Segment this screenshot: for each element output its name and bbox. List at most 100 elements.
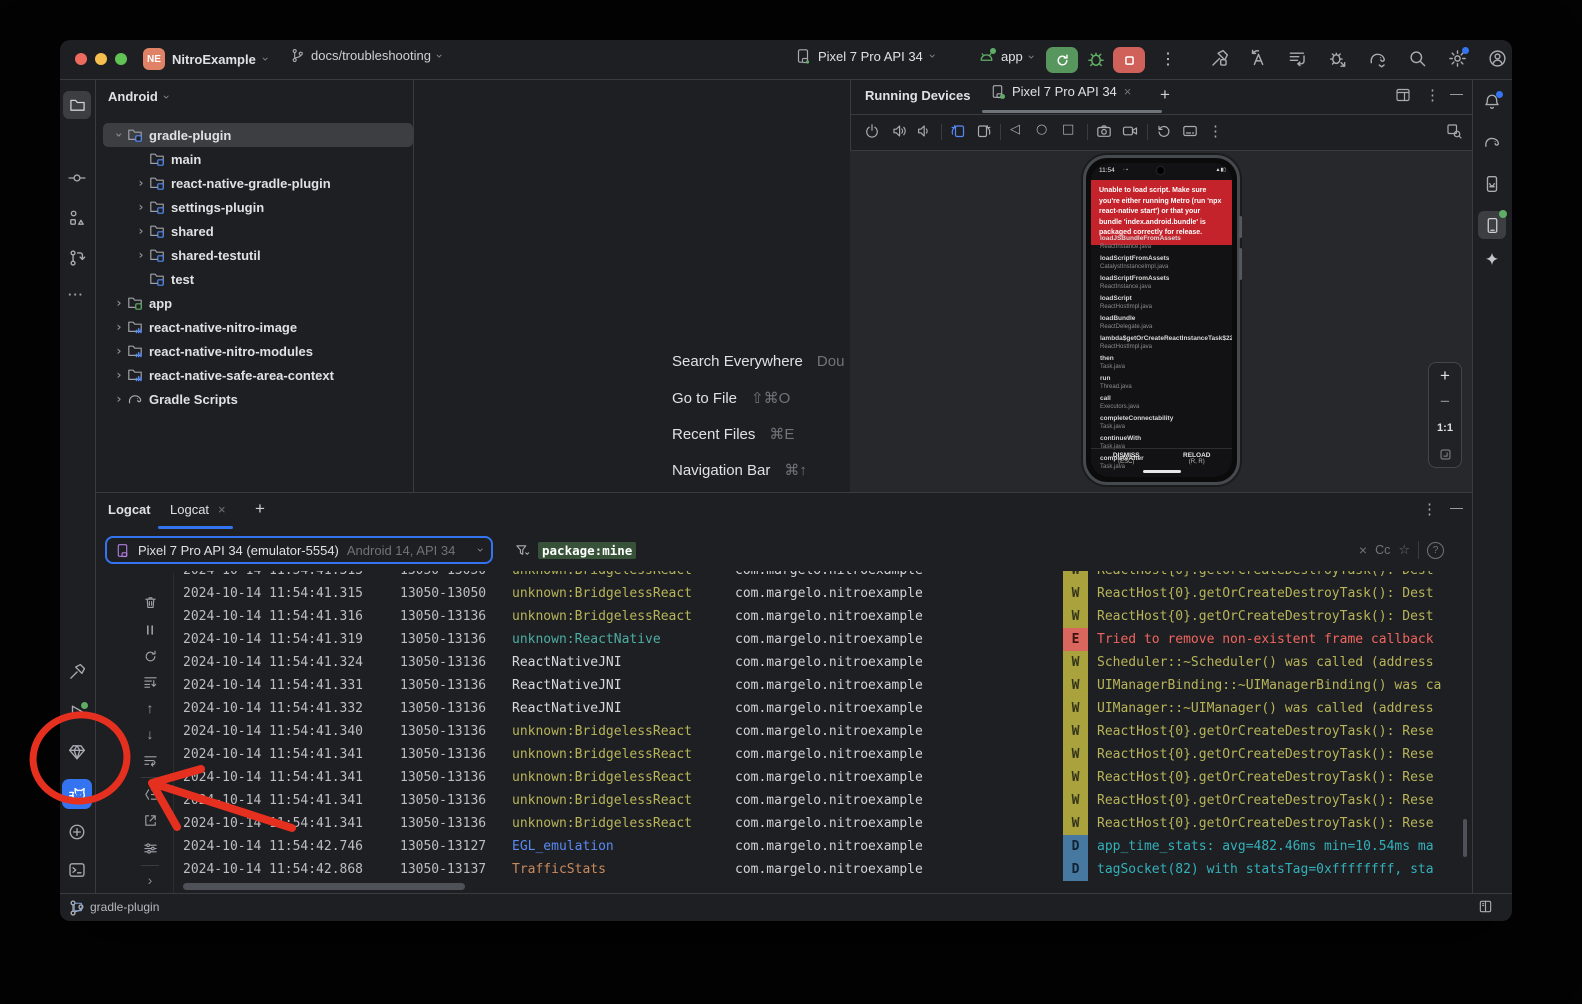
overview-button-icon[interactable]: □ [1062,122,1074,137]
help-icon[interactable]: ? [1427,542,1444,559]
device-reset-icon[interactable] [1156,123,1172,139]
log-row[interactable]: 2024-10-14 11:54:41.31513050-13050unknow… [183,582,1472,605]
settings-gear-icon[interactable] [1448,49,1467,68]
gradle-tool-button[interactable] [1483,133,1501,151]
soft-wrap-icon[interactable] [141,751,159,769]
vcs-branch-widget[interactable]: docs/troubleshooting › [290,48,442,63]
rotate-left-icon[interactable] [950,123,966,139]
tree-item-main[interactable]: main [103,147,413,171]
problems-tool-button[interactable] [68,823,86,841]
log-row[interactable]: 2024-10-14 11:54:41.34113050-13136unknow… [183,743,1472,766]
chevron-right-icon[interactable]: › [111,344,127,358]
next-occurrence-icon[interactable]: ↓ [141,725,159,743]
tree-item-gradle-scripts[interactable]: › Gradle Scripts [103,387,413,411]
home-button-icon[interactable]: ○ [1036,122,1047,137]
stop-button[interactable] [1113,47,1145,73]
gradle-sync-icon[interactable] [1368,49,1387,68]
profile-avatar-icon[interactable] [1488,49,1507,68]
close-window-button[interactable] [75,53,87,65]
log-row[interactable]: 2024-10-14 11:54:41.31913050-13136unknow… [183,628,1472,651]
tree-item-react-native-nitro-modules[interactable]: › react-native-nitro-modules [103,339,413,363]
tree-item-react-native-safe-area-context[interactable]: › react-native-safe-area-context [103,363,413,387]
run-anything-icon[interactable] [1249,49,1268,68]
chevron-right-icon[interactable]: › [133,200,149,214]
hide-logcat-icon[interactable]: — [1450,500,1463,515]
more-tools-button[interactable]: ··· [68,287,84,302]
logcat-tab[interactable]: Logcat × [170,502,226,517]
logcat-tool-button[interactable] [62,779,92,809]
tree-item-test[interactable]: test [103,267,413,291]
search-everywhere-icon[interactable] [1408,49,1427,68]
build-hammer-icon[interactable] [1210,49,1229,68]
previous-occurrence-icon[interactable]: ↑ [141,699,159,717]
notifications-bell-button[interactable] [1483,93,1501,111]
tree-item-react-native-nitro-image[interactable]: › react-native-nitro-image [103,315,413,339]
running-devices-tool-button[interactable] [1478,211,1506,239]
more-run-actions-icon[interactable]: ⋮ [1160,49,1176,69]
terminal-tool-button[interactable] [68,861,86,879]
emulator-screen[interactable]: 11:54 ◦ ▪ ▲▮▯ Unable to load script. Mak… [1091,163,1232,477]
restart-logcat-icon[interactable] [141,647,159,665]
screen-record-icon[interactable] [1122,123,1138,139]
chevron-right-icon[interactable]: › [133,176,149,190]
profiler-tool-button[interactable] [68,743,86,761]
logcat-device-selector[interactable]: Pixel 7 Pro API 34 (emulator-5554) Andro… [105,536,493,564]
power-icon[interactable] [864,123,880,139]
minimize-window-button[interactable] [95,53,107,65]
back-button-icon[interactable]: ◁ [1010,122,1020,137]
favorite-filter-star-icon[interactable]: ☆ [1398,543,1410,558]
chevron-right-icon[interactable]: › [111,392,127,406]
tree-item-react-native-gradle-plugin[interactable]: › react-native-gradle-plugin [103,171,413,195]
close-tab-icon[interactable]: × [218,502,226,517]
filter-funnel-icon[interactable] [515,543,530,558]
screenshot-camera-icon[interactable] [1096,123,1112,139]
input-snippet-icon[interactable] [1182,123,1198,139]
collapse-lines-icon[interactable] [141,785,159,803]
reload-button[interactable]: RELOAD (R, R) [1162,449,1233,465]
structure-tool-button[interactable] [68,209,86,227]
zoom-out-button[interactable]: − [1429,389,1461,415]
device-manager-tool-button[interactable] [1483,175,1501,193]
volume-down-icon[interactable] [916,123,932,139]
log-row[interactable]: 2024-10-14 11:54:41.34113050-13136unknow… [183,789,1472,812]
chevron-right-icon[interactable]: › [111,296,127,310]
match-case-toggle[interactable]: Cc [1375,543,1390,557]
export-logs-icon[interactable] [141,811,159,829]
project-view-selector[interactable]: Android › [108,89,169,104]
commit-tool-button[interactable] [68,169,86,187]
log-row[interactable]: 2024-10-14 11:54:41.34113050-13136unknow… [183,766,1472,789]
screenshot-inspect-icon[interactable] [1446,123,1462,139]
vertical-scrollbar-thumb[interactable] [1463,819,1467,857]
log-row[interactable]: 2024-10-14 11:54:41.31313050-13050unknow… [183,571,1472,582]
logcat-filter-field[interactable]: package:mine × Cc ☆ ? [507,536,1452,564]
close-tab-icon[interactable]: × [1124,84,1132,99]
tree-item-app[interactable]: › app [103,291,413,315]
tree-item-shared[interactable]: › shared [103,219,413,243]
tree-item-gradle-plugin[interactable]: › gradle-plugin [103,123,413,147]
zoom-window-button[interactable] [115,53,127,65]
hide-panel-icon[interactable]: — [1450,86,1463,101]
pull-requests-tool-button[interactable] [68,249,86,267]
log-row[interactable]: 2024-10-14 11:54:42.74613050-13127EGL_em… [183,835,1472,858]
run-configuration-selector[interactable]: app › [978,48,1034,65]
zoom-in-button[interactable]: + [1429,363,1461,389]
filter-query-chip[interactable]: package:mine [538,542,636,559]
log-row[interactable]: 2024-10-14 11:54:41.33113050-13136ReactN… [183,674,1472,697]
status-module-widget[interactable]: gradle-plugin [72,900,159,914]
tree-item-settings-plugin[interactable]: › settings-plugin [103,195,413,219]
logcat-output[interactable]: 2024-10-14 11:54:41.31313050-13050unknow… [183,571,1472,885]
chevron-down-icon[interactable]: › [112,127,126,143]
build-tool-button[interactable] [68,663,86,681]
log-row[interactable]: 2024-10-14 11:54:41.34113050-13136unknow… [183,812,1472,835]
log-row[interactable]: 2024-10-14 11:54:42.86813050-13137Traffi… [183,858,1472,881]
project-widget[interactable]: NE NitroExample › [143,48,268,70]
rerun-button[interactable] [1046,47,1078,73]
attach-debugger-icon[interactable] [1328,49,1347,68]
horizontal-scrollbar-thumb[interactable] [183,883,465,890]
device-selector[interactable]: Pixel 7 Pro API 34 › [795,48,935,64]
debug-button[interactable] [1086,49,1106,69]
device-tab[interactable]: Pixel 7 Pro API 34 × [990,84,1131,99]
clear-filter-icon[interactable]: × [1359,542,1367,558]
log-row[interactable]: 2024-10-14 11:54:41.31613050-13136unknow… [183,605,1472,628]
project-tool-button[interactable] [63,91,91,119]
